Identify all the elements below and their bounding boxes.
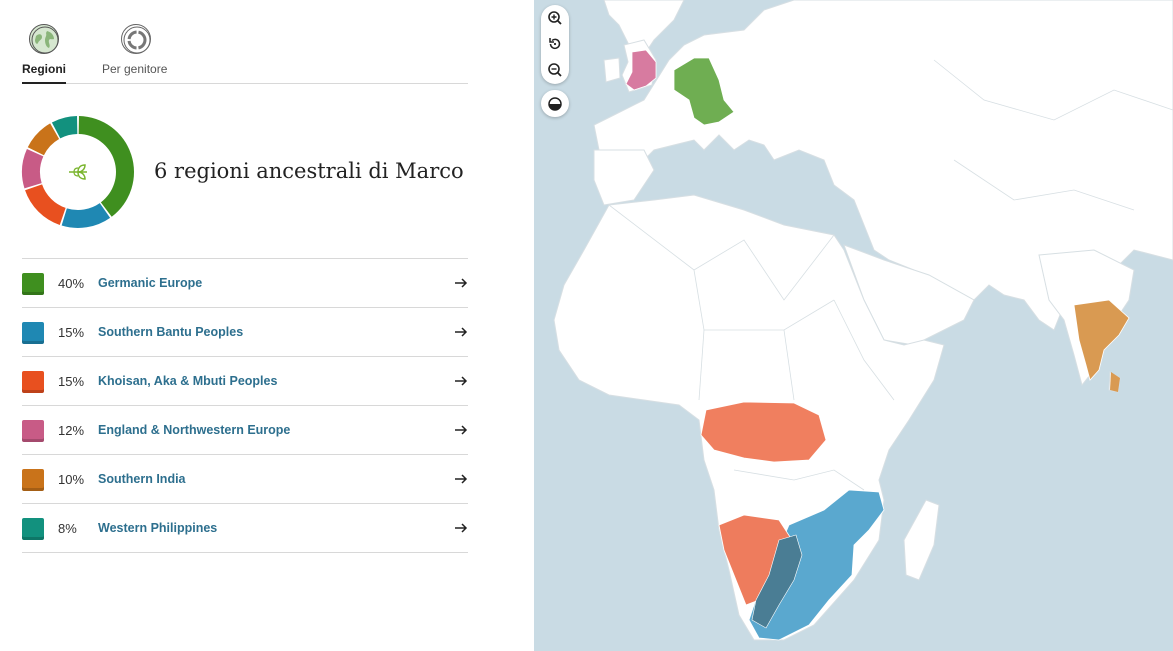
page-title: 6 regioni ancestrali di Marco (154, 159, 464, 183)
region-row-khoisan[interactable]: 15% Khoisan, Aka & Mbuti Peoples (22, 357, 468, 406)
arrow-right-icon[interactable] (454, 423, 468, 437)
region-percent: 12% (58, 423, 85, 438)
region-percent: 40% (58, 276, 85, 291)
region-name-link[interactable]: Khoisan, Aka & Mbuti Peoples (98, 374, 277, 388)
region-percent: 15% (58, 374, 85, 389)
region-color-swatch (22, 420, 44, 442)
ancestry-donut-chart (21, 115, 135, 229)
region-percent: 8% (58, 521, 77, 536)
donut-segment-1 (61, 203, 111, 228)
region-color-swatch (22, 518, 44, 540)
view-tabs: Regioni Per genitore (22, 22, 468, 84)
region-name-link[interactable]: Western Philippines (98, 521, 217, 535)
region-percent: 15% (58, 325, 85, 340)
arrow-right-icon[interactable] (454, 325, 468, 339)
donut-segment-4 (27, 123, 60, 156)
arrow-right-icon[interactable] (454, 472, 468, 486)
reset-view-icon[interactable] (541, 31, 569, 57)
land-iberia (593, 149, 655, 206)
parents-circle-icon (121, 24, 151, 54)
left-panel: Regioni Per genitore 6 regioni ancestral… (0, 0, 534, 651)
land-ireland (603, 57, 621, 83)
arrow-right-icon[interactable] (454, 374, 468, 388)
region-name-link[interactable]: Southern India (98, 472, 186, 486)
region-color-swatch (22, 273, 44, 295)
donut-segment-2 (25, 184, 66, 225)
region-percent: 10% (58, 472, 85, 487)
leaf-sprout-icon (66, 160, 90, 184)
contrast-toggle[interactable] (541, 90, 569, 117)
region-row-southern-bantu[interactable]: 15% Southern Bantu Peoples (22, 308, 468, 357)
region-row-england-nw-europe[interactable]: 12% England & Northwestern Europe (22, 406, 468, 455)
region-row-germanic-europe[interactable]: 40% Germanic Europe (22, 259, 468, 308)
region-name-link[interactable]: England & Northwestern Europe (98, 423, 290, 437)
map-canvas (553, 0, 1173, 641)
zoom-out-icon[interactable] (541, 57, 569, 83)
arrow-right-icon[interactable] (454, 521, 468, 535)
tab-per-genitore-label: Per genitore (102, 62, 168, 76)
map-zoom-controls (541, 5, 569, 84)
region-color-swatch (22, 322, 44, 344)
donut-segment-3 (22, 149, 44, 189)
region-row-southern-india[interactable]: 10% Southern India (22, 455, 468, 504)
zoom-in-icon[interactable] (541, 5, 569, 31)
region-name-link[interactable]: Germanic Europe (98, 276, 202, 290)
tab-regioni-label: Regioni (22, 62, 66, 76)
region-name-link[interactable]: Southern Bantu Peoples (98, 325, 243, 339)
arrow-right-icon[interactable] (454, 276, 468, 290)
tab-regioni[interactable]: Regioni (22, 22, 66, 84)
region-list: 40% Germanic Europe 15% Southern Bantu P… (22, 258, 468, 553)
tab-per-genitore[interactable]: Per genitore (102, 22, 174, 84)
region-color-swatch (22, 371, 44, 393)
land-madagascar (903, 499, 940, 581)
contrast-toggle-icon[interactable] (541, 90, 569, 117)
ancestry-map[interactable] (534, 0, 1173, 651)
region-color-swatch (22, 469, 44, 491)
globe-icon (29, 24, 59, 54)
region-row-western-philippines[interactable]: 8% Western Philippines (22, 504, 468, 553)
